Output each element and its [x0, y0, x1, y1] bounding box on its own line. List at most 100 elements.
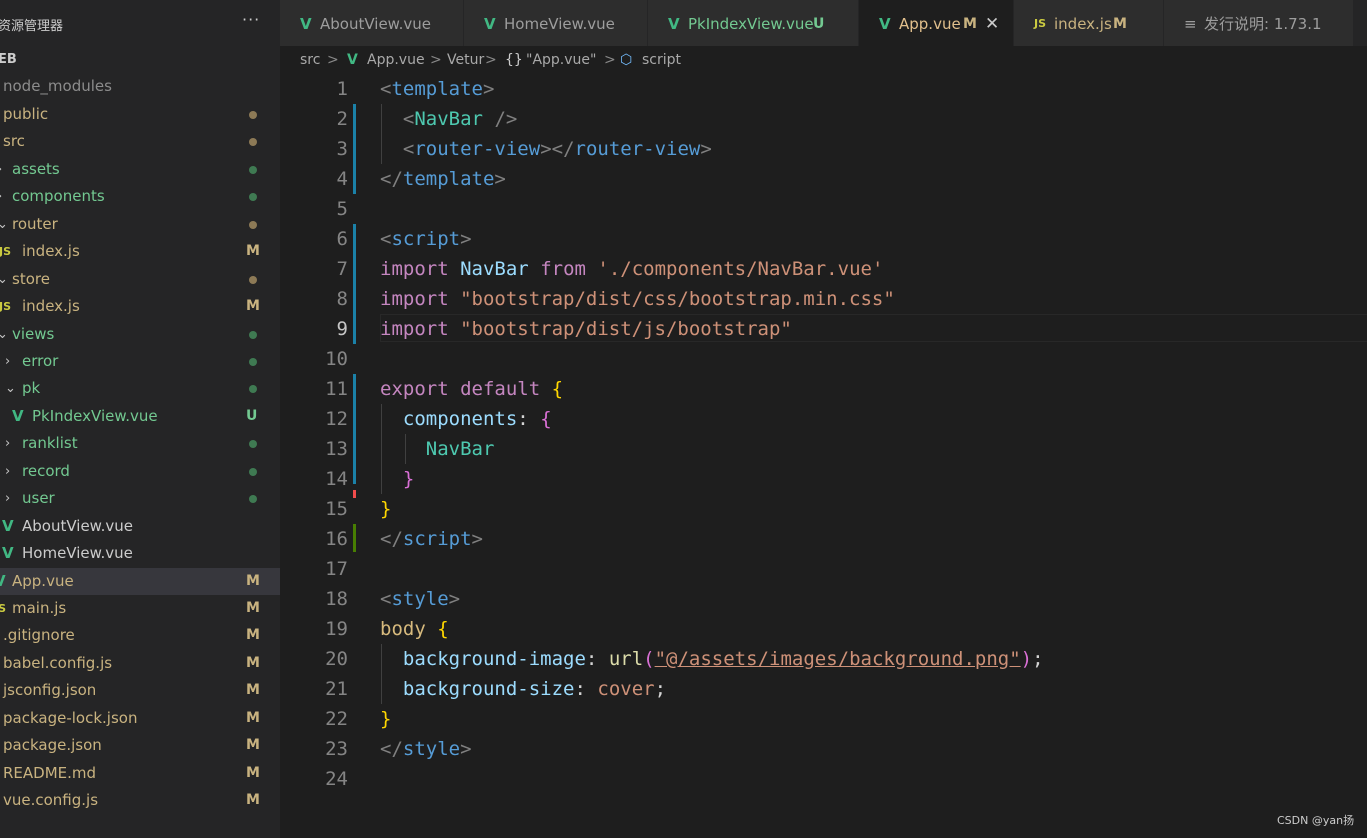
editor-tab[interactable]: ≡ 发行说明: 1.73.1: [1164, 0, 1354, 46]
tree-item-label: index.js: [22, 297, 80, 316]
tree-item[interactable]: › user: [0, 485, 280, 512]
tree-item[interactable]: › components: [0, 183, 280, 210]
git-deleted-marker: [353, 490, 356, 498]
editor-tab[interactable]: V HomeView.vue: [464, 0, 648, 46]
tree-item-label: error: [22, 351, 59, 370]
tree-item-label: HomeView.vue: [22, 544, 133, 563]
breadcrumb-symbol[interactable]: script: [642, 46, 681, 74]
editor-tab[interactable]: V App.vue M ✕: [859, 0, 1014, 46]
tree-item[interactable]: public: [0, 101, 280, 128]
code-line-9: import "bootstrap/dist/js/bootstrap": [380, 318, 792, 340]
tree-item-label: node_modules: [3, 77, 112, 96]
chevron-down-icon[interactable]: ⌄: [0, 321, 8, 348]
status-dot-icon: [249, 275, 257, 284]
tree-item-label: .gitignore: [3, 626, 75, 645]
git-status-badge: M: [246, 298, 260, 315]
status-dot-icon: [249, 110, 257, 119]
git-status-badge: M: [246, 600, 260, 616]
js-file-icon: JS: [1034, 17, 1047, 30]
close-icon[interactable]: ✕: [985, 0, 999, 48]
line-number: 21: [325, 678, 348, 700]
more-actions-icon[interactable]: ···: [242, 10, 260, 29]
status-dot-icon: [249, 165, 257, 174]
tree-item-label: package-lock.json: [3, 708, 138, 727]
chevron-right-icon[interactable]: ›: [5, 430, 10, 457]
document-icon: ≡: [1184, 15, 1197, 33]
chevron-right-icon[interactable]: ›: [0, 183, 2, 210]
breadcrumb-sep: >: [327, 52, 339, 68]
tree-item-label: router: [12, 214, 58, 233]
chevron-down-icon[interactable]: ⌄: [0, 211, 8, 238]
tree-item[interactable]: JS index.js M: [0, 293, 280, 320]
tree-item[interactable]: ⌄ store: [0, 266, 280, 293]
git-status-badge: M: [246, 709, 260, 726]
line-number: 8: [336, 288, 348, 310]
tree-item[interactable]: src: [0, 128, 280, 155]
tree-item[interactable]: babel.config.js M: [0, 650, 280, 677]
breadcrumb-file[interactable]: App.vue: [367, 46, 425, 74]
tree-item[interactable]: EB: [0, 46, 280, 73]
tree-item[interactable]: JS main.js M: [0, 595, 280, 622]
tree-item[interactable]: vue.config.js M: [0, 787, 280, 814]
editor-tab[interactable]: JS index.js M: [1014, 0, 1164, 46]
tree-item[interactable]: package-lock.json M: [0, 705, 280, 732]
git-modified-marker: [353, 224, 356, 344]
chevron-right-icon[interactable]: ›: [5, 485, 10, 512]
breadcrumb-sep: >: [430, 52, 442, 68]
tree-item[interactable]: V AboutView.vue: [0, 513, 280, 540]
tree-item[interactable]: ⌄ pk: [0, 375, 280, 402]
explorer-title: 资源管理器: [0, 19, 64, 34]
status-dot-icon: [249, 357, 257, 366]
code-line-14: }: [402, 468, 415, 490]
chevron-down-icon[interactable]: ⌄: [0, 266, 8, 293]
chevron-right-icon[interactable]: ›: [5, 348, 10, 375]
tree-item[interactable]: › ranklist: [0, 430, 280, 457]
tree-item[interactable]: V HomeView.vue: [0, 540, 280, 567]
tree-item[interactable]: node_modules: [0, 73, 280, 100]
git-modified-marker: [353, 104, 356, 194]
line-number: 17: [325, 558, 348, 580]
git-status-badge: U: [246, 407, 258, 424]
tree-item[interactable]: README.md M: [0, 760, 280, 787]
git-status-badge: M: [246, 682, 260, 699]
status-dot-icon: [249, 385, 257, 394]
tree-item[interactable]: › record: [0, 458, 280, 485]
code-line-23: </style>: [380, 738, 472, 760]
line-number: 9: [336, 318, 348, 340]
tree-item[interactable]: › assets: [0, 156, 280, 183]
tree-item-label: store: [12, 269, 50, 288]
tree-item[interactable]: › error: [0, 348, 280, 375]
tree-item-label: index.js: [22, 242, 80, 261]
tree-item[interactable]: V App.vue M: [0, 567, 280, 595]
tree-item-label: user: [22, 489, 55, 508]
breadcrumb-vetur[interactable]: Vetur: [447, 46, 484, 74]
tree-item[interactable]: package.json M: [0, 732, 280, 759]
braces-icon: {}: [505, 52, 523, 68]
line-number: 10: [325, 348, 348, 370]
code-line-11: export default {: [380, 378, 564, 400]
code-line-22: }: [380, 708, 392, 730]
cube-icon: ⬡: [620, 52, 633, 68]
tree-item[interactable]: .gitignore M: [0, 622, 280, 649]
tree-item[interactable]: ⌄ router: [0, 211, 280, 238]
code-editor[interactable]: 1 2 3 4 5 6 7 8 9 10 11 12 13 14 15 16 17 18 19 20 21 22 23 24 …: [280, 74, 1367, 838]
vue-file-icon: V: [879, 15, 891, 33]
chevron-right-icon[interactable]: ›: [5, 458, 10, 485]
breadcrumb-block[interactable]: "App.vue": [526, 46, 596, 74]
editor-tab[interactable]: V PkIndexView.vue U: [648, 0, 859, 46]
vue-file-icon: V: [300, 15, 312, 33]
status-dot-icon: [249, 467, 257, 476]
breadcrumb-src[interactable]: src: [300, 46, 320, 74]
line-number: 23: [325, 738, 348, 760]
editor-tab[interactable]: V AboutView.vue: [280, 0, 464, 46]
chevron-right-icon[interactable]: ›: [0, 156, 2, 183]
tab-label: AboutView.vue: [320, 15, 431, 33]
tree-item[interactable]: jsconfig.json M: [0, 677, 280, 704]
chevron-down-icon[interactable]: ⌄: [5, 375, 16, 402]
line-number: 3: [336, 138, 348, 160]
git-status-badge: M: [246, 572, 260, 589]
tree-item[interactable]: V PkIndexView.vue U: [0, 403, 280, 430]
tree-item[interactable]: ⌄ views: [0, 321, 280, 348]
vue-file-icon: V: [0, 568, 6, 595]
tree-item[interactable]: JS index.js M: [0, 238, 280, 265]
